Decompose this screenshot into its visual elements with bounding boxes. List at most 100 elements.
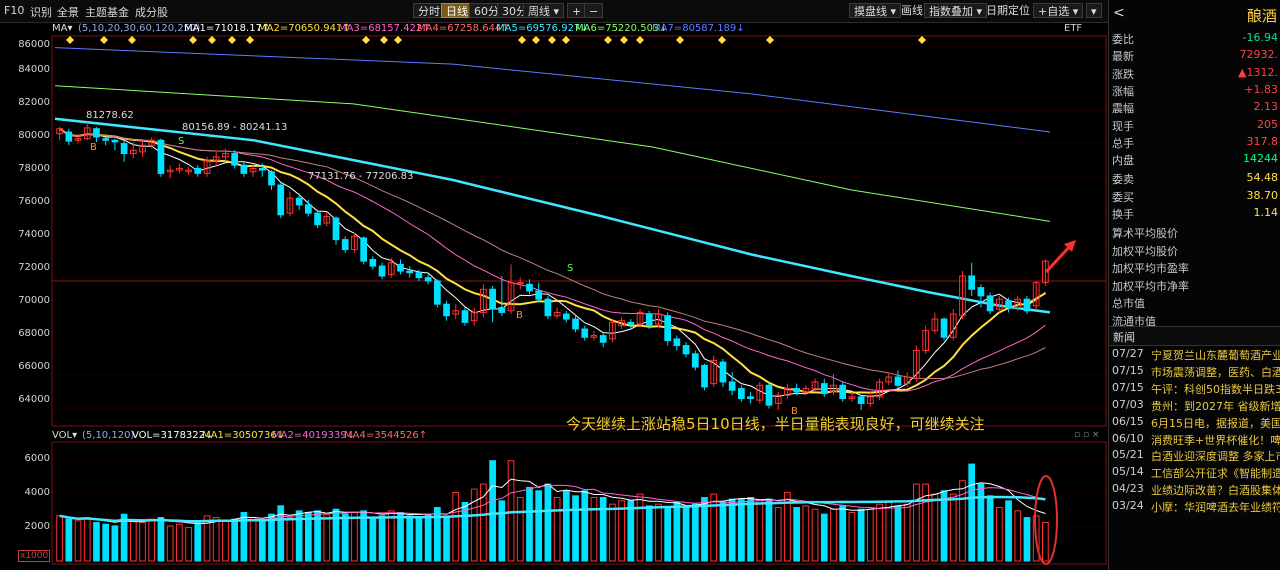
news-headline[interactable]: 工信部公开征求《智能制造 [1151, 465, 1280, 481]
vol-window-controls[interactable]: ▫ ▫ × [1074, 430, 1099, 440]
quote-row: 现手 205 [1112, 117, 1278, 134]
volume-bar [323, 513, 331, 562]
volume-bar [581, 490, 589, 562]
candle-body [839, 384, 847, 400]
event-diamond-icon [189, 36, 197, 44]
news-item[interactable]: 04/23 业绩边际改善？白酒股集体 [1109, 481, 1280, 498]
news-headline[interactable]: 宁夏贺兰山东麓葡萄酒产业 [1151, 347, 1280, 363]
volume-bar [212, 517, 220, 562]
candle-body [793, 388, 800, 393]
news-headline[interactable]: 市场震荡调整，医药、白酒 [1151, 364, 1280, 380]
candle-body [111, 139, 119, 143]
volume-bar [802, 505, 810, 562]
stat-label: 加权平均市盈率 [1112, 262, 1189, 276]
sell-marker: S [178, 136, 185, 147]
news-item[interactable]: 07/27 宁夏贺兰山东麓葡萄酒产业 [1109, 346, 1280, 363]
news-headline[interactable]: 业绩边际改善？白酒股集体 [1151, 482, 1280, 498]
event-diamond-icon [100, 36, 108, 44]
candle-body [544, 298, 552, 317]
quote-key: 涨跌 [1112, 67, 1134, 81]
event-diamond-icon [718, 36, 726, 44]
quote-panel: < 酿酒 委比 -16.94 最新 72932. 涨跌 ▲1312. 涨幅 +1.83 震幅 2.… [1108, 0, 1280, 570]
candle-body [627, 321, 635, 325]
volume-bar [572, 495, 579, 562]
stat-label: 总市值 [1112, 297, 1145, 311]
news-item[interactable]: 07/15 市场震荡调整，医药、白酒 [1109, 363, 1280, 380]
volume-bar [507, 460, 515, 562]
volume-bar [157, 517, 165, 562]
news-headline[interactable]: 午评：科创50指数半日跌3 [1151, 381, 1280, 397]
candle-body [102, 138, 110, 141]
panel-header: < 酿酒 [1109, 0, 1280, 30]
vol-ma2: MA2=4019339↓ [272, 430, 356, 441]
volume-bar [866, 508, 874, 562]
news-headline[interactable]: 6月15日电，据报道，美国 [1151, 415, 1280, 431]
news-headline[interactable]: 消费旺季+世界杯催化！啤 [1151, 432, 1280, 448]
stat-row: 加权平均股价 [1112, 242, 1278, 259]
candle-body [526, 283, 533, 292]
candle-body [738, 388, 745, 400]
volume-bar [738, 498, 745, 562]
highlight-circle [1034, 475, 1058, 565]
volume-bar [959, 480, 966, 562]
volume-bar [811, 508, 819, 562]
back-icon[interactable]: < [1113, 5, 1125, 21]
event-diamond-icon [228, 36, 236, 44]
news-item[interactable]: 03/24 小摩：华润啤酒去年业绩符 [1109, 498, 1280, 515]
candle-body [120, 143, 128, 155]
candle-body [369, 258, 377, 267]
high-label: 81278.62 [86, 110, 134, 121]
volume-bar [424, 513, 432, 562]
quote-key: 委买 [1112, 190, 1134, 204]
price-pane-border [51, 35, 1107, 427]
news-headline[interactable]: 小摩：华润啤酒去年业绩符 [1151, 499, 1280, 515]
quote-row: 震幅 2.13 [1112, 99, 1278, 116]
stat-row: 加权平均市净率 [1112, 277, 1278, 294]
volume-bar [894, 505, 902, 562]
news-item[interactable]: 07/15 午评：科创50指数半日跌3 [1109, 380, 1280, 397]
news-item[interactable]: 06/15 6月15日电，据报道，美国 [1109, 414, 1280, 431]
news-date: 06/15 [1112, 414, 1144, 428]
candle-body [977, 287, 985, 297]
range-label-2: 77131.76 - 77206.83 [308, 171, 414, 182]
news-item[interactable]: 05/21 白酒业迎深度调整 多家上市 [1109, 447, 1280, 464]
vol-tick: 6000 [24, 453, 50, 464]
candle-body [857, 396, 865, 404]
volume-bar [876, 503, 883, 562]
candle-body [1005, 300, 1012, 308]
volume-bar [222, 520, 229, 562]
candle-body [489, 288, 496, 310]
volume-bar [516, 496, 524, 562]
volume-bar [673, 502, 681, 562]
news-item[interactable]: 05/14 工信部公开征求《智能制造 [1109, 464, 1280, 481]
vol-menu[interactable]: VOL▾ [52, 430, 77, 441]
candle-body [572, 318, 579, 330]
kline-chart[interactable] [0, 0, 1108, 570]
news-date: 07/03 [1112, 397, 1144, 411]
volume-bar [986, 495, 994, 562]
volume-bar [93, 522, 100, 562]
ma60-line [54, 117, 1051, 314]
stat-label: 加权平均市净率 [1112, 279, 1189, 293]
candle-body [986, 295, 994, 312]
volume-bar [995, 507, 1003, 562]
quote-key: 涨幅 [1112, 84, 1134, 98]
quote-key: 换手 [1112, 208, 1134, 221]
news-item[interactable]: 07/03 贵州：到2027年 省级新增 [1109, 397, 1280, 414]
candle-body [277, 184, 285, 216]
candle-body [894, 376, 902, 386]
news-headline[interactable]: 贵州：到2027年 省级新增 [1151, 398, 1280, 414]
volume-bar [765, 498, 773, 562]
event-diamond-icon [246, 36, 254, 44]
volume-bar [949, 493, 957, 562]
volume-bar [885, 500, 893, 562]
candle-body [268, 171, 275, 186]
quote-value: 317.8 [1246, 134, 1279, 148]
quote-row: 内盘 14244 [1112, 151, 1278, 168]
candle-body [535, 290, 543, 300]
quote-row: 委卖 54.48 [1112, 170, 1278, 187]
news-item[interactable]: 06/10 消费旺季+世界杯催化！啤 [1109, 431, 1280, 448]
candle-body [295, 197, 303, 206]
news-headline[interactable]: 白酒业迎深度调整 多家上市 [1151, 448, 1280, 464]
candle-body [194, 167, 202, 174]
